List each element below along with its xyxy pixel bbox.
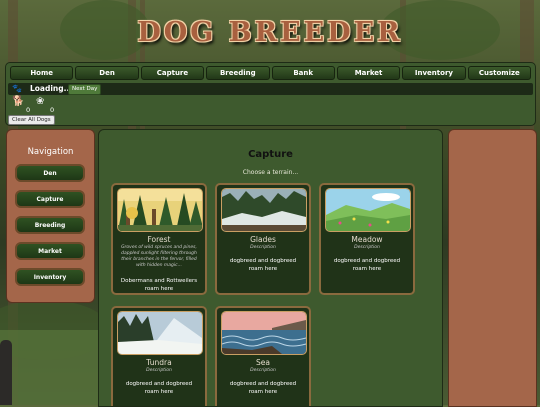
page-title: Capture <box>248 149 293 160</box>
menu-den[interactable]: Den <box>75 66 139 80</box>
capture-panel: Capture Choose a terrain... Forest Grove… <box>98 129 443 407</box>
terrain-roam-tundra: dogbreed and dogbreed roam here <box>125 381 193 395</box>
forest-thumbnail <box>117 188 203 232</box>
tundra-thumbnail <box>117 311 203 355</box>
menu-breeding[interactable]: Breeding <box>206 66 270 80</box>
terrain-roam-glades: dogbreed and dogbreed roam here <box>229 258 297 272</box>
loading-text: Loading... <box>30 84 73 93</box>
menu-market[interactable]: Market <box>336 66 401 80</box>
terrain-card-glades[interactable]: Glades Description dogbreed and dogbreed… <box>215 183 311 295</box>
paw-bag-icon: ❀ <box>36 96 45 107</box>
terrain-name-sea: Sea <box>256 358 270 367</box>
right-panel <box>448 129 537 407</box>
terrain-card-forest[interactable]: Forest Groves of wild spruces and pines,… <box>111 183 207 295</box>
menu-bank[interactable]: Bank <box>271 66 335 80</box>
top-bar: Home Den Capture Breeding Bank Market In… <box>5 62 536 126</box>
nav-breeding-button[interactable]: Breeding <box>15 216 85 234</box>
game-title: DOG BREEDER <box>137 17 403 48</box>
terrain-roam-sea: dogbreed and dogbreed roam here <box>229 381 297 395</box>
terrain-card-tundra[interactable]: Tundra Description dogbreed and dogbreed… <box>111 306 207 406</box>
terrain-desc-glades: Description <box>250 245 276 250</box>
nav-inventory-button[interactable]: Inventory <box>15 268 85 286</box>
terrain-card-sea[interactable]: Sea Description dogbreed and dogbreed ro… <box>215 306 311 406</box>
terrain-desc-forest: Groves of wild spruces and pines, dapple… <box>121 245 197 268</box>
terrain-card-meadow[interactable]: Meadow Description dogbreed and dogbreed… <box>319 183 415 295</box>
menu-inventory[interactable]: Inventory <box>402 66 466 80</box>
terrain-roam-meadow: dogbreed and dogbreed roam here <box>333 258 401 272</box>
nav-den-button[interactable]: Den <box>15 164 85 182</box>
glades-thumbnail <box>221 188 307 232</box>
terrain-name-meadow: Meadow <box>351 235 383 244</box>
dog-silhouette-icon: 🐕 <box>12 96 25 107</box>
terrain-desc-tundra: Description <box>146 368 172 373</box>
meadow-thumbnail <box>325 188 411 232</box>
status-row: 🐾 Loading... Next Day <box>8 83 533 95</box>
nav-capture-button[interactable]: Capture <box>15 190 85 208</box>
terrain-name-tundra: Tundra <box>146 358 172 367</box>
terrain-name-glades: Glades <box>250 235 276 244</box>
nav-market-button[interactable]: Market <box>15 242 85 260</box>
nav-title: Navigation <box>27 147 74 157</box>
page-subtitle: Choose a terrain... <box>242 169 299 176</box>
terrain-roam-forest: Dobermans and Rottweilers roam here <box>120 278 198 292</box>
count-a: 0 <box>26 106 31 114</box>
menu-capture[interactable]: Capture <box>140 66 205 80</box>
clear-all-dogs-button[interactable]: Clear All Dogs <box>8 115 55 125</box>
next-day-button[interactable]: Next Day <box>68 84 102 95</box>
count-b: 0 <box>50 106 55 114</box>
terrain-desc-sea: Description <box>250 368 276 373</box>
terrain-name-forest: Forest <box>147 235 171 244</box>
main-menu: Home Den Capture Breeding Bank Market In… <box>10 66 531 80</box>
dog-logo-icon: 🐾 <box>12 84 22 93</box>
terrain-desc-meadow: Description <box>354 245 380 250</box>
menu-home[interactable]: Home <box>10 66 74 80</box>
background-person <box>0 340 12 405</box>
sea-thumbnail <box>221 311 307 355</box>
menu-customize[interactable]: Customize <box>467 66 531 80</box>
side-navigation: Navigation Den Capture Breeding Market I… <box>6 129 95 303</box>
